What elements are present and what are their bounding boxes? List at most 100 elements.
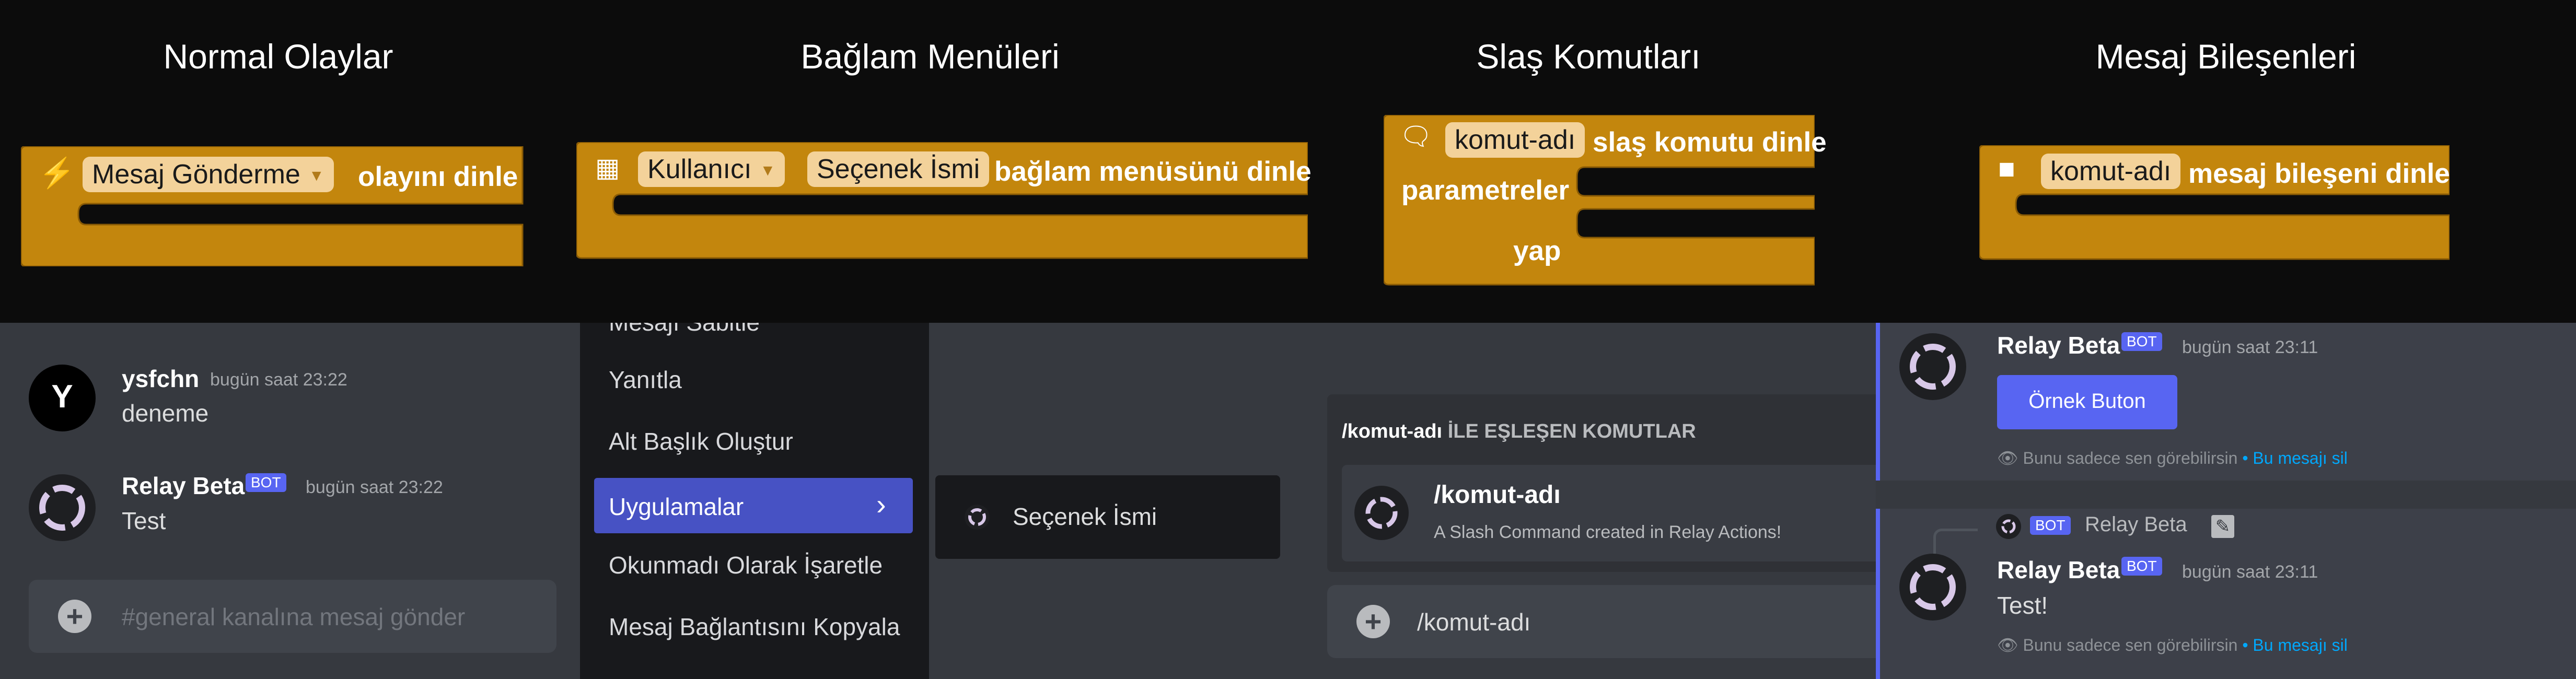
component-name-field[interactable]: komut-adı xyxy=(2041,154,2181,189)
reply-bot-badge: BOT xyxy=(2030,516,2071,535)
dropdown-arrow-icon: ▼ xyxy=(308,167,324,185)
message-text: Test! xyxy=(1997,592,2048,619)
bot-badge: BOT xyxy=(2121,332,2162,351)
avatar[interactable]: Y xyxy=(29,365,96,431)
relay-logo-icon xyxy=(1910,344,1956,390)
edit-command-icon[interactable]: ✎ xyxy=(2211,515,2234,538)
dismiss-message-link[interactable]: Bu mesajı sil xyxy=(2253,449,2347,467)
avatar[interactable] xyxy=(29,474,96,541)
menu-item-reply[interactable]: Yanıtla xyxy=(609,366,682,394)
message-text: deneme xyxy=(122,400,209,427)
command-description: A Slash Command created in Relay Actions… xyxy=(1434,522,1782,542)
component-block-suffix: mesaj bileşeni dinle xyxy=(2188,158,2450,189)
slash-do-label: yap xyxy=(1513,236,1561,266)
message-text: Test xyxy=(122,507,166,534)
event-block[interactable]: ⚡ Mesaj Gönderme ▼ olayını dinle xyxy=(21,146,528,204)
ephemeral-message: Relay Beta BOT bugün saat 23:11 Örnek Bu… xyxy=(1876,323,2576,481)
attach-plus-icon[interactable]: + xyxy=(58,600,91,633)
attach-plus-icon[interactable]: + xyxy=(1356,605,1390,638)
menu-item-create-thread[interactable]: Alt Başlık Oluştur xyxy=(609,427,793,455)
avatar[interactable] xyxy=(1899,333,1966,400)
context-block-suffix: bağlam menüsünü dinle xyxy=(994,156,1312,187)
message-timestamp: bugün saat 23:11 xyxy=(2182,337,2318,357)
message-timestamp: bugün saat 23:22 xyxy=(210,370,347,390)
message-author[interactable]: Relay Beta xyxy=(122,472,245,500)
slash-command-icon: 🗨 xyxy=(1399,122,1433,151)
note-separator: • xyxy=(2242,636,2248,654)
message-author[interactable]: Relay Beta xyxy=(1997,331,2120,359)
component-block[interactable]: ■ komut-adı mesaj bileşeni dinle xyxy=(1979,145,2450,194)
chat-panel-components: Relay Beta BOT bugün saat 23:11 Örnek Bu… xyxy=(1876,323,2576,679)
context-block[interactable]: ▦ Kullanıcı ▼ Seçenek İsmi bağlam menüsün… xyxy=(576,142,1312,194)
menu-item-mark-unread[interactable]: Okunmadı Olarak İşaretle xyxy=(609,551,883,579)
slash-params-label: parametreler xyxy=(1401,175,1570,206)
menu-item-copy-link[interactable]: Mesaj Bağlantısını Kopyala xyxy=(609,613,900,641)
note-separator: • xyxy=(2242,449,2248,467)
ephemeral-message: BOT Relay Beta ✎ Relay Beta BOT bugün sa… xyxy=(1876,509,2576,679)
slash-block-suffix: slaş komutu dinle xyxy=(1593,127,1827,158)
submenu-item-option[interactable]: Seçenek İsmi xyxy=(1013,502,1157,531)
command-name: /komut-adı xyxy=(1434,481,1561,509)
relay-logo-icon xyxy=(39,485,85,531)
relay-logo-icon xyxy=(1996,514,2021,539)
autocomplete-header-cmd: /komut-adı xyxy=(1342,420,1443,442)
context-menu: Mesajı Sabitle Yanıtla Alt Başlık Oluştu… xyxy=(580,309,929,679)
event-block-suffix: olayını dinle xyxy=(358,161,518,192)
event-dropdown[interactable]: Mesaj Gönderme ▼ xyxy=(83,157,334,192)
bot-badge: BOT xyxy=(2121,557,2162,576)
lightning-icon: ⚡ xyxy=(39,156,75,189)
message-author[interactable]: ysfchn xyxy=(122,365,199,393)
chat-panel-events: Y ysfchn bugün saat 23:22 deneme Relay B… xyxy=(0,323,580,679)
autocomplete-popup: /komut-adı İLE EŞLEŞEN KOMUTLAR /komut-a… xyxy=(1327,394,1876,572)
relay-logo-icon xyxy=(1354,486,1409,540)
ephemeral-accent-bar xyxy=(1876,323,1880,481)
context-name-field[interactable]: Seçenek İsmi xyxy=(807,151,990,187)
reply-author[interactable]: Relay Beta xyxy=(2085,513,2187,536)
eye-icon: 👁 xyxy=(1997,636,2018,654)
context-submenu: Seçenek İsmi xyxy=(935,475,1280,559)
relay-logo-icon xyxy=(1910,564,1956,610)
message-timestamp: bugün saat 23:11 xyxy=(2182,562,2318,582)
dropdown-arrow-icon: ▼ xyxy=(760,162,776,180)
heading-slash-commands: Slaş Komutları xyxy=(1476,37,1701,76)
context-menu-icon: ▦ xyxy=(595,153,620,182)
message-author[interactable]: Relay Beta xyxy=(1997,556,2120,584)
event-dropdown-label: Mesaj Gönderme xyxy=(92,159,300,190)
slash-block[interactable]: 🗨 komut-adı slaş komutu dinle parametrel… xyxy=(1384,115,1827,287)
chat-panel-slash: /komut-adı İLE EŞLEŞEN KOMUTLAR /komut-a… xyxy=(1327,323,1876,679)
reply-connector xyxy=(1933,529,1978,557)
message-timestamp: bugün saat 23:22 xyxy=(306,477,443,497)
message-input[interactable]: + /komut-adı xyxy=(1327,585,1876,658)
example-button-label: Örnek Buton xyxy=(2028,390,2146,413)
autocomplete-header-label: İLE EŞLEŞEN KOMUTLAR xyxy=(1447,420,1696,442)
menu-item-apps[interactable]: Uygulamalar › xyxy=(594,478,913,533)
message-input-value: /komut-adı xyxy=(1417,608,1531,636)
heading-context-menus: Bağlam Menüleri xyxy=(800,37,1060,76)
ephemeral-note: 👁 Bunu sadece sen görebilirsin • Bu mesa… xyxy=(1997,448,2348,468)
ephemeral-note-text: Bunu sadece sen görebilirsin xyxy=(2023,449,2238,467)
context-type-dropdown[interactable]: Kullanıcı ▼ xyxy=(638,151,785,187)
heading-events: Normal Olaylar xyxy=(163,37,393,76)
autocomplete-header: /komut-adı İLE EŞLEŞEN KOMUTLAR xyxy=(1342,420,1696,443)
heading-message-components: Mesaj Bileşenleri xyxy=(2095,37,2357,76)
eye-icon: 👁 xyxy=(1997,449,2018,467)
slash-name-field[interactable]: komut-adı xyxy=(1445,122,1585,158)
grid-icon: ■ xyxy=(1998,153,2015,184)
command-option[interactable]: /komut-adı A Slash Command created in Re… xyxy=(1342,465,1876,561)
chevron-right-icon: › xyxy=(876,488,886,521)
bot-badge: BOT xyxy=(246,473,286,492)
example-button[interactable]: Örnek Buton xyxy=(1997,375,2177,429)
avatar[interactable] xyxy=(1899,554,1966,621)
ephemeral-note-text: Bunu sadece sen görebilirsin xyxy=(2023,636,2238,654)
menu-item-apps-label: Uygulamalar xyxy=(609,493,744,520)
ephemeral-accent-bar xyxy=(1876,509,1880,679)
dismiss-message-link[interactable]: Bu mesajı sil xyxy=(2253,636,2347,654)
message-input[interactable]: + #general kanalına mesaj gönder xyxy=(29,580,556,653)
context-type-label: Kullanıcı xyxy=(647,154,752,184)
relay-logo-icon xyxy=(965,505,990,530)
header-band: Normal Olaylar Bağlam Menüleri Slaş Komu… xyxy=(0,0,2576,323)
chat-panel-context: Mesajı Sabitle Yanıtla Alt Başlık Oluştu… xyxy=(580,309,1327,679)
message-input-placeholder: #general kanalına mesaj gönder xyxy=(122,603,466,630)
ephemeral-note: 👁 Bunu sadece sen görebilirsin • Bu mesa… xyxy=(1997,635,2348,655)
avatar-letter: Y xyxy=(51,379,73,415)
